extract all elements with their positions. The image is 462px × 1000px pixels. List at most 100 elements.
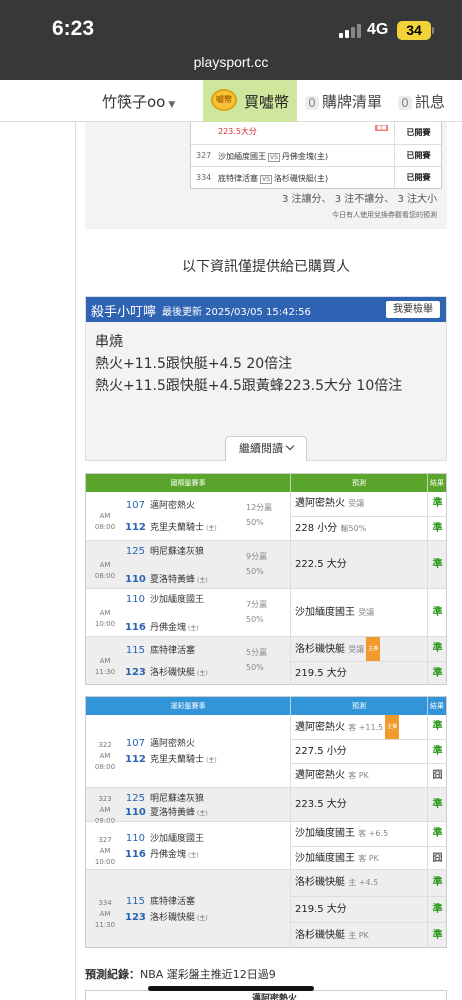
- away-team: 115 底特律活塞: [125, 645, 196, 656]
- read-more-button[interactable]: 繼續閱讀: [225, 436, 307, 461]
- odds-line: 5分贏: [246, 648, 268, 657]
- prediction-pick: 227.5 小分: [291, 739, 428, 763]
- top-nav: 竹筷子oo ▼ 噓幣 買噓幣 0 購牌清單 0 訊息: [0, 80, 462, 122]
- featured-tag: 主推: [385, 715, 400, 739]
- result-mark: 準: [432, 498, 443, 509]
- odds-line: 7分贏: [246, 600, 268, 609]
- prediction-pick: 219.5 大分: [291, 896, 428, 922]
- buy-coin-label: 買噓幣: [244, 93, 290, 111]
- vs-badge: VS: [268, 153, 280, 162]
- game-row: AM 10:00 110 沙加緬度國王 116 丹佛金塊 (主) 7分贏 50% 沙加緬度國王 …: [86, 588, 446, 637]
- home-team: 116 丹佛金塊 (主): [125, 849, 199, 860]
- mini-game-table: 223.5大分 ■■ 已開賽 327 沙加緬度國王 VS 丹佛金塊(主) 已開賽 3…: [190, 122, 442, 189]
- result-cell: 準囧: [427, 822, 447, 870]
- last-updated: 最後更新 2025/03/05 15:42:56: [162, 307, 311, 318]
- away-team: 115 底特律活塞: [125, 896, 196, 907]
- chevron-down-icon: [285, 441, 295, 451]
- featured-tag: 主推: [366, 637, 381, 661]
- prediction-cell: 洛杉磯快艇 主 +4.5 219.5 大分 洛杉磯快艇 主 PK: [290, 870, 428, 948]
- buy-coin-button[interactable]: 噓幣 買噓幣: [203, 80, 297, 122]
- result-mark: 準: [428, 922, 447, 948]
- game-time: AM 11:30: [94, 657, 116, 676]
- home-team: 123 洛杉磯快艇 (主): [125, 667, 208, 678]
- prediction-cell: 223.5 大分: [290, 788, 427, 822]
- prediction-cell: 邁阿密熱火 客 +11.5 主推 227.5 小分 邁阿密熱火 客 PK: [290, 715, 428, 787]
- prediction-pick: 228 小分 輸50%: [291, 516, 428, 540]
- home-team: 112 克里夫蘭騎士 (主): [125, 522, 217, 533]
- battery-tip: [432, 27, 434, 34]
- result-mark: 準: [432, 828, 443, 839]
- prediction-pick: 223.5 大分: [295, 799, 347, 810]
- home-team: 110 夏洛特黃蜂 (主): [125, 574, 208, 585]
- result-mark: 準: [428, 516, 447, 540]
- tip-line: 熱火+11.5跟快艇+4.5跟黃蜂223.5大分 10倍注: [95, 378, 403, 394]
- away-team: 125 明尼蘇達灰狼: [125, 546, 205, 557]
- username: 竹筷子oo: [102, 93, 166, 111]
- killer-tips-box: 殺手小叮嚀 最後更新 2025/03/05 15:42:56 我要檢舉 串燒 熱…: [85, 296, 447, 461]
- odds-line: 9分贏: [246, 552, 268, 561]
- report-button[interactable]: 我要檢舉: [386, 301, 440, 318]
- prediction-cell: 邁阿密熱火 受讓 228 小分 輸50%: [290, 492, 428, 540]
- prediction-pick: 沙加緬度國王 受讓: [295, 607, 375, 618]
- home-team: 110 夏洛特黃蜂 (主): [125, 807, 208, 818]
- game-row: AM 08:00 107 邁阿密熱火 112 克里夫蘭騎士 (主) 12分贏 50% 邁阿密熱火…: [86, 492, 447, 540]
- result-mark: 囧: [428, 763, 447, 787]
- game-row: 322 AM 08:00 107 邁阿密熱火 112 克里夫蘭騎士 (主) 邁阿密熱火 客 +…: [86, 715, 447, 787]
- user-menu[interactable]: 竹筷子oo ▼: [102, 91, 175, 112]
- game-time: 327 AM 10:00: [94, 836, 116, 866]
- result-mark: 準: [428, 896, 447, 922]
- tip-line: 熱火+11.5跟快艇+4.5 20倍注: [95, 356, 293, 372]
- lottery-picks-table: 運彩盤賽事 預測 結果 322 AM 08:00 107 邁阿密熱火 112 克里夫蘭騎士…: [85, 696, 447, 948]
- game-row: AM 08:00 125 明尼蘇達灰狼 110 夏洛特黃蜂 (主) 9分贏 50% 222.5 …: [86, 540, 446, 589]
- game-time: AM 08:00: [94, 512, 116, 531]
- game-row: 323 AM 08:00 125 明尼蘇達灰狼 110 夏洛特黃蜂 (主) 223.5 大分 …: [86, 787, 446, 825]
- result-mark: 準: [428, 661, 447, 685]
- away-team: 107 邁阿密熱火: [125, 500, 196, 511]
- killer-tips-body: 串燒 熱火+11.5跟快艇+4.5 20倍注 熱火+11.5跟快艇+4.5跟黃蜂…: [95, 331, 402, 397]
- cart-link[interactable]: 0 購牌清單: [305, 91, 382, 112]
- result-mark: 準: [432, 607, 443, 618]
- coupon-note: 今日有人使用兌換券觀看您的預測: [332, 211, 437, 219]
- game-time: AM 08:00: [94, 561, 116, 580]
- battery-icon: 34: [397, 21, 431, 40]
- mini-teams: 沙加緬度國王 VS 丹佛金塊(主): [218, 152, 329, 162]
- international-picks-table: 國際盤賽事 預測 結果 AM 08:00 107 邁阿密熱火 112 克里夫蘭騎士 (主)…: [85, 473, 447, 685]
- game-time: 334 AM 11:30: [94, 899, 116, 929]
- prediction-pick: 沙加緬度國王 客 +6.5: [295, 828, 389, 839]
- mini-pick: 223.5大分: [218, 127, 257, 136]
- killer-tips-title: 殺手小叮嚀: [91, 305, 157, 320]
- prediction-cell: 洛杉磯快艇 受讓 主推 219.5 大分: [290, 637, 428, 685]
- cart-label: 購牌清單: [322, 93, 383, 111]
- game-row: 327 AM 10:00 110 沙加緬度國王 116 丹佛金塊 (主) 沙加緬度國王 客 +…: [86, 821, 447, 870]
- result-cell: 準: [427, 541, 446, 589]
- prediction-pick: 222.5 大分: [295, 559, 347, 570]
- result-mark: 準: [432, 721, 443, 732]
- away-team: 107 邁阿密熱火: [125, 738, 196, 749]
- result-mark: 囧: [428, 846, 447, 870]
- network-type: 4G: [367, 21, 389, 38]
- game-time: 322 AM 08:00: [94, 741, 116, 771]
- vs-badge: VS: [260, 175, 272, 184]
- mini-no: 334: [196, 173, 212, 182]
- result-mark: 準: [428, 739, 447, 763]
- prediction-pick: 洛杉磯快艇 受讓 主推: [291, 637, 428, 661]
- result-mark: 準: [432, 877, 443, 888]
- game-row: AM 11:30 115 底特律活塞 123 洛杉磯快艇 (主) 5分贏 50% 洛杉磯快艇 受…: [86, 636, 447, 685]
- prediction-pick: 邁阿密熱火 受讓: [295, 498, 365, 509]
- away-team: 110 沙加緬度國王: [125, 833, 205, 844]
- mini-tag: ■■: [375, 125, 389, 131]
- url-bar[interactable]: playsport.cc: [0, 52, 462, 80]
- cart-count: 0: [305, 96, 319, 110]
- tip-line: 串燒: [95, 334, 123, 350]
- purchasers-only-notice: 以下資訊僅提供給已購買人: [182, 259, 350, 275]
- prediction-record: 預測紀錄：NBA 運彩盤主推近12日過9: [85, 968, 276, 981]
- table-row: 334 底特律活塞 VS 洛杉磯快艇(主) 已開賽: [191, 166, 441, 188]
- game-row: 334 AM 11:30 115 底特律活塞 123 洛杉磯快艇 (主) 洛杉磯快艇 主 +4…: [86, 869, 447, 948]
- table-row: 327 沙加緬度國王 VS 丹佛金塊(主) 已開賽: [191, 144, 441, 166]
- message-link[interactable]: 0 訊息: [398, 91, 445, 112]
- prediction-cell: 沙加緬度國王 受讓: [290, 589, 427, 637]
- result-cell: 準: [427, 788, 446, 822]
- message-label: 訊息: [415, 93, 446, 111]
- result-cell: 準: [427, 589, 446, 637]
- mini-result: 已開賽: [394, 167, 442, 188]
